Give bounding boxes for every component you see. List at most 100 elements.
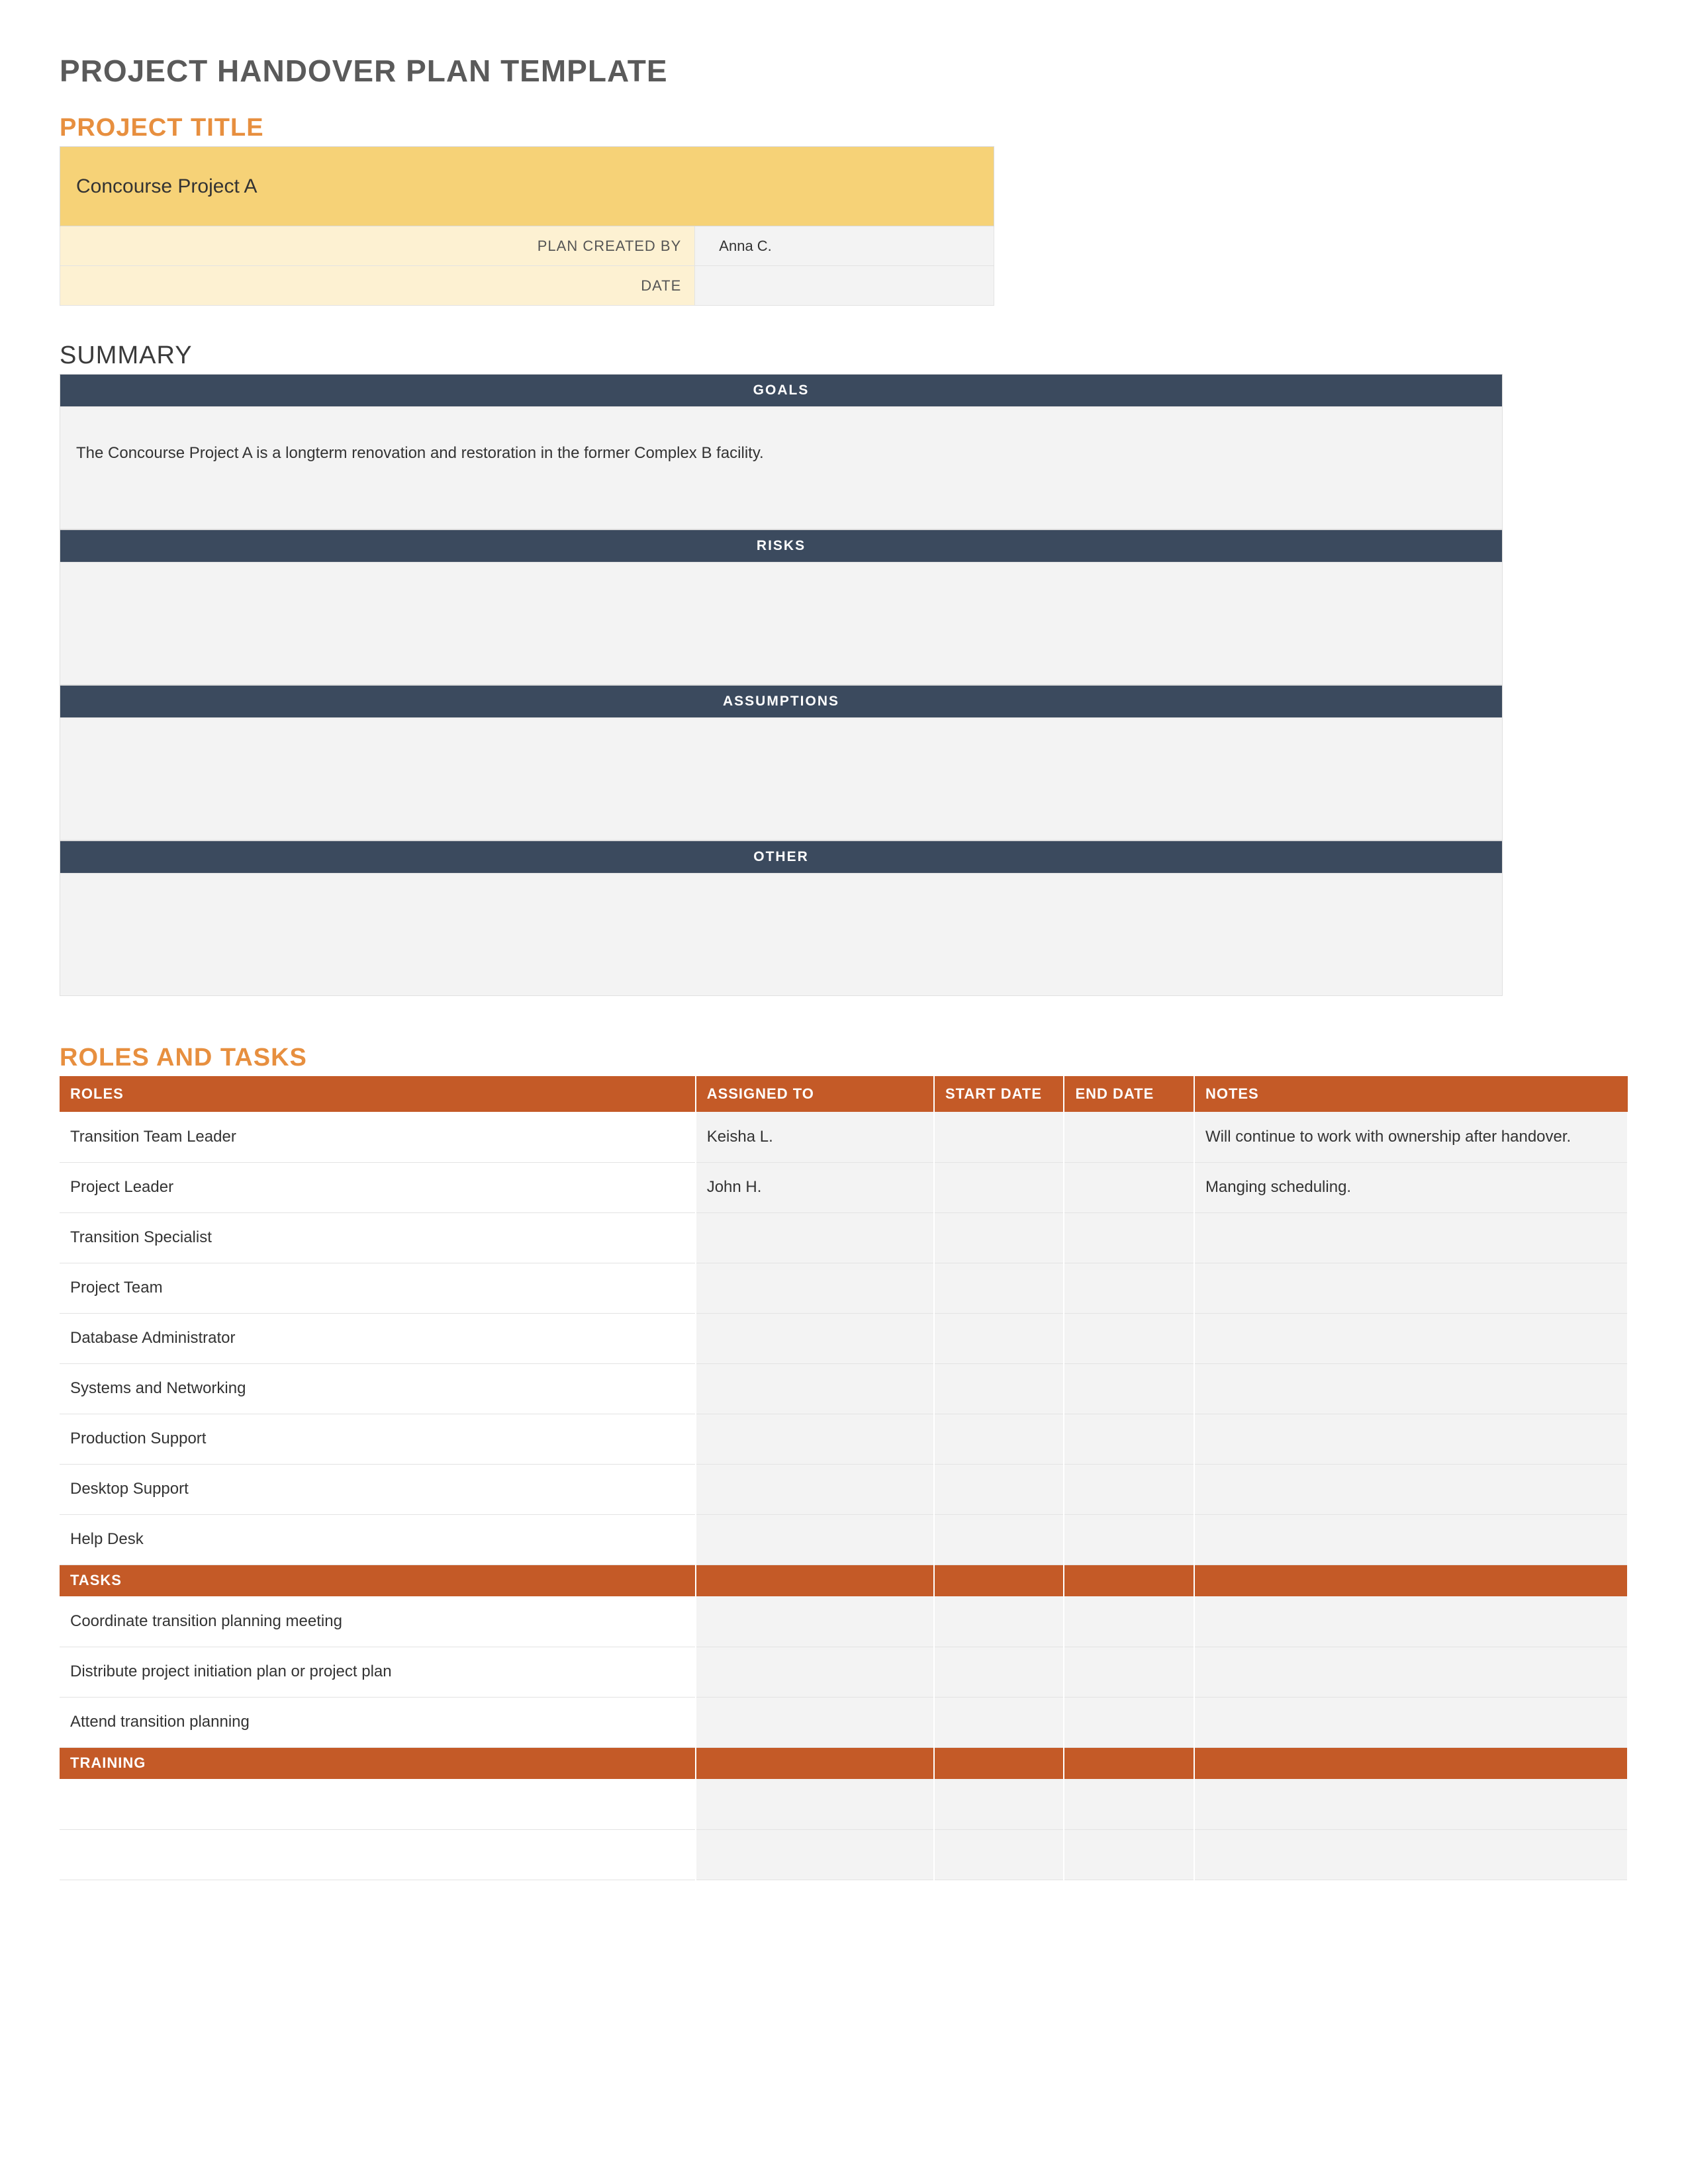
date-label: DATE: [60, 266, 695, 306]
summary-assumptions-body[interactable]: [60, 717, 1503, 841]
end-cell[interactable]: [1064, 1647, 1194, 1697]
end-cell[interactable]: [1064, 1212, 1194, 1263]
role-cell[interactable]: [60, 1829, 696, 1880]
start-cell[interactable]: [934, 1697, 1064, 1747]
role-cell[interactable]: Attend transition planning: [60, 1697, 696, 1747]
role-cell[interactable]: Production Support: [60, 1414, 696, 1464]
start-cell[interactable]: [934, 1414, 1064, 1464]
notes-cell[interactable]: [1194, 1779, 1628, 1829]
role-cell[interactable]: Systems and Networking: [60, 1363, 696, 1414]
role-row: Database Administrator: [60, 1313, 1628, 1363]
notes-cell[interactable]: [1194, 1313, 1628, 1363]
task-row: Coordinate transition planning meeting: [60, 1596, 1628, 1647]
summary-risks-body[interactable]: [60, 562, 1503, 685]
date-value[interactable]: [695, 266, 994, 306]
role-row: Transition Specialist: [60, 1212, 1628, 1263]
col-end: END DATE: [1064, 1076, 1194, 1112]
notes-cell[interactable]: [1194, 1414, 1628, 1464]
assigned-cell[interactable]: [696, 1779, 934, 1829]
summary-risks-band: RISKS: [60, 529, 1503, 562]
end-cell[interactable]: [1064, 1263, 1194, 1313]
summary-other-body[interactable]: [60, 873, 1503, 996]
project-title-table: Concourse Project A PLAN CREATED BY Anna…: [60, 146, 994, 306]
start-cell[interactable]: [934, 1596, 1064, 1647]
start-cell[interactable]: [934, 1313, 1064, 1363]
notes-cell[interactable]: [1194, 1697, 1628, 1747]
roles-tasks-heading: ROLES AND TASKS: [60, 1044, 1628, 1072]
assigned-cell[interactable]: [696, 1596, 934, 1647]
training-label: TRAINING: [60, 1747, 696, 1779]
start-cell[interactable]: [934, 1779, 1064, 1829]
col-start: START DATE: [934, 1076, 1064, 1112]
start-cell[interactable]: [934, 1112, 1064, 1162]
project-title-heading: PROJECT TITLE: [60, 114, 1628, 142]
assigned-cell[interactable]: [696, 1697, 934, 1747]
assigned-cell[interactable]: [696, 1212, 934, 1263]
end-cell[interactable]: [1064, 1779, 1194, 1829]
notes-cell[interactable]: [1194, 1464, 1628, 1514]
start-cell[interactable]: [934, 1212, 1064, 1263]
plan-created-by-value[interactable]: Anna C.: [695, 226, 994, 266]
role-row: Project Team: [60, 1263, 1628, 1313]
role-row: Transition Team LeaderKeisha L. Will cont…: [60, 1112, 1628, 1162]
assigned-cell[interactable]: [696, 1414, 934, 1464]
notes-cell[interactable]: [1194, 1596, 1628, 1647]
start-cell[interactable]: [934, 1263, 1064, 1313]
role-cell[interactable]: Transition Specialist: [60, 1212, 696, 1263]
summary-goals-band: GOALS: [60, 374, 1503, 406]
training-subheader: TRAINING: [60, 1747, 1628, 1779]
notes-cell[interactable]: Manging scheduling.: [1194, 1162, 1628, 1212]
end-cell[interactable]: [1064, 1363, 1194, 1414]
assigned-cell[interactable]: [696, 1263, 934, 1313]
assigned-cell[interactable]: [696, 1647, 934, 1697]
role-cell[interactable]: [60, 1779, 696, 1829]
role-cell[interactable]: Database Administrator: [60, 1313, 696, 1363]
assigned-cell[interactable]: [696, 1363, 934, 1414]
notes-cell[interactable]: [1194, 1363, 1628, 1414]
role-cell[interactable]: Coordinate transition planning meeting: [60, 1596, 696, 1647]
col-roles: ROLES: [60, 1076, 696, 1112]
start-cell[interactable]: [934, 1514, 1064, 1565]
role-cell[interactable]: Desktop Support: [60, 1464, 696, 1514]
assigned-cell[interactable]: John H.: [696, 1162, 934, 1212]
tasks-subheader: TASKS: [60, 1565, 1628, 1596]
assigned-cell[interactable]: [696, 1514, 934, 1565]
start-cell[interactable]: [934, 1647, 1064, 1697]
start-cell[interactable]: [934, 1829, 1064, 1880]
notes-cell[interactable]: [1194, 1212, 1628, 1263]
notes-cell[interactable]: [1194, 1514, 1628, 1565]
role-cell[interactable]: Project Team: [60, 1263, 696, 1313]
notes-cell[interactable]: [1194, 1829, 1628, 1880]
end-cell[interactable]: [1064, 1414, 1194, 1464]
end-cell[interactable]: [1064, 1464, 1194, 1514]
assigned-cell[interactable]: [696, 1313, 934, 1363]
end-cell[interactable]: [1064, 1829, 1194, 1880]
col-assigned: ASSIGNED TO: [696, 1076, 934, 1112]
role-cell[interactable]: Distribute project initiation plan or pr…: [60, 1647, 696, 1697]
end-cell[interactable]: [1064, 1162, 1194, 1212]
document-title: PROJECT HANDOVER PLAN TEMPLATE: [60, 53, 1628, 89]
notes-cell[interactable]: [1194, 1263, 1628, 1313]
start-cell[interactable]: [934, 1363, 1064, 1414]
task-row: Attend transition planning: [60, 1697, 1628, 1747]
end-cell[interactable]: [1064, 1112, 1194, 1162]
notes-cell[interactable]: [1194, 1647, 1628, 1697]
assigned-cell[interactable]: [696, 1829, 934, 1880]
role-row: Systems and Networking: [60, 1363, 1628, 1414]
summary-assumptions-band: ASSUMPTIONS: [60, 685, 1503, 717]
start-cell[interactable]: [934, 1464, 1064, 1514]
start-cell[interactable]: [934, 1162, 1064, 1212]
role-cell[interactable]: Help Desk: [60, 1514, 696, 1565]
assigned-cell[interactable]: Keisha L.: [696, 1112, 934, 1162]
assigned-cell[interactable]: [696, 1464, 934, 1514]
project-name-cell[interactable]: Concourse Project A: [60, 147, 994, 226]
summary-goals-body[interactable]: The Concourse Project A is a longterm re…: [60, 406, 1503, 529]
end-cell[interactable]: [1064, 1313, 1194, 1363]
plan-created-by-label: PLAN CREATED BY: [60, 226, 695, 266]
end-cell[interactable]: [1064, 1514, 1194, 1565]
role-cell[interactable]: Project Leader: [60, 1162, 696, 1212]
role-cell[interactable]: Transition Team Leader: [60, 1112, 696, 1162]
end-cell[interactable]: [1064, 1596, 1194, 1647]
notes-cell[interactable]: Will continue to work with ownership aft…: [1194, 1112, 1628, 1162]
end-cell[interactable]: [1064, 1697, 1194, 1747]
